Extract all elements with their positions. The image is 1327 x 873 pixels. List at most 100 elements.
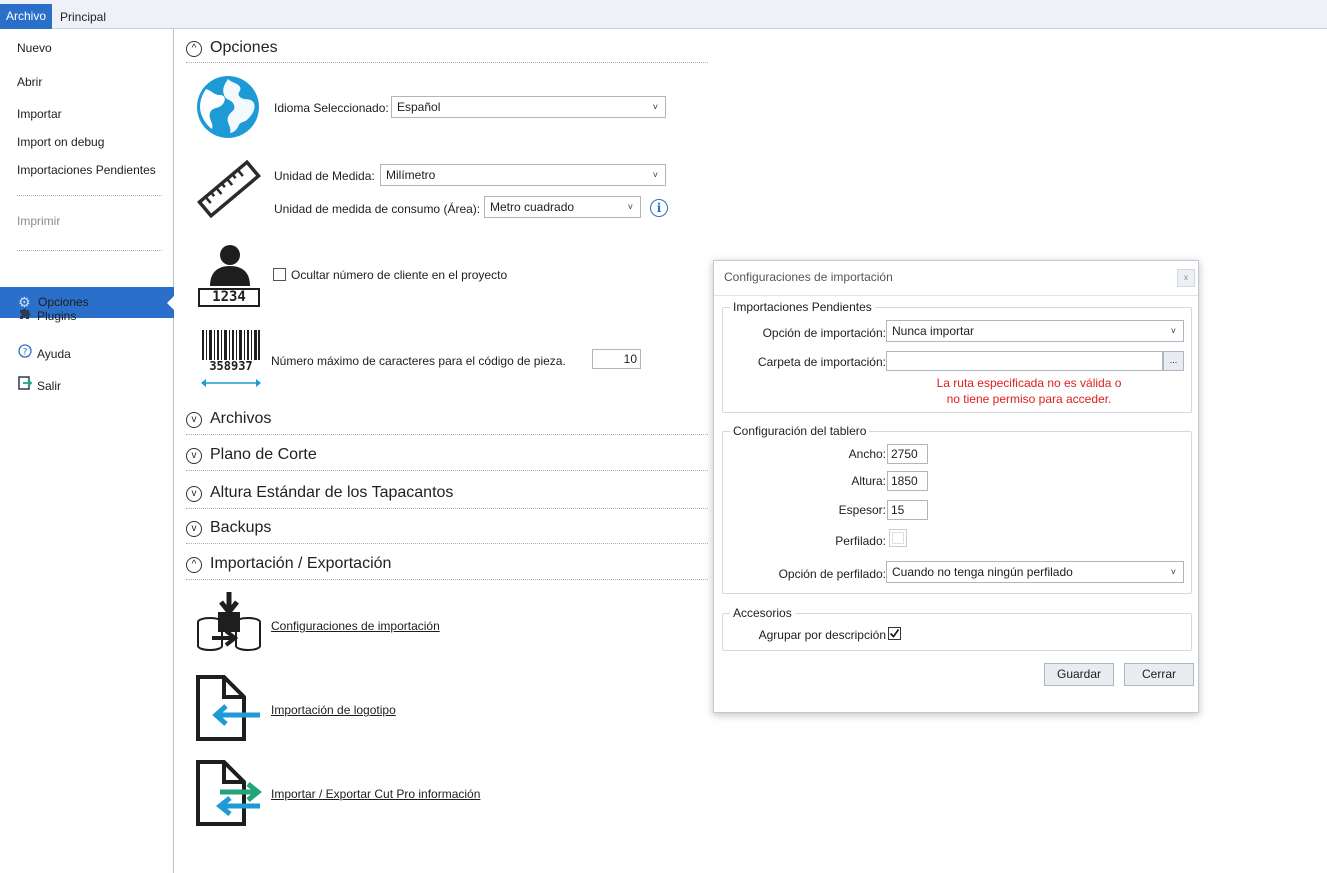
altura-input[interactable]: 1850: [887, 471, 928, 491]
svg-text:?: ?: [23, 348, 28, 358]
opcion-importacion-select[interactable]: Nunca importar ˅: [886, 320, 1184, 342]
section-title: Opciones: [210, 39, 278, 56]
ruler-icon: [197, 159, 261, 219]
idioma-selected-value: Español: [397, 100, 441, 114]
info-icon[interactable]: i: [650, 199, 668, 217]
consumo-select[interactable]: Metro cuadrado ˅: [484, 196, 641, 218]
chevron-down-icon: v: [186, 448, 202, 464]
group-accesorios: Accesorios Agrupar por descripción: [722, 606, 1192, 651]
chevron-down-icon: ˅: [627, 202, 633, 212]
double-arrow-icon: [201, 379, 261, 387]
guardar-button[interactable]: Guardar: [1044, 663, 1114, 686]
import-export-cutpro-link[interactable]: Importar / Exportar Cut Pro información: [271, 787, 480, 801]
carpeta-importacion-label: Carpeta de importación:: [757, 355, 886, 369]
perfilado-swatch-inner: [892, 532, 904, 544]
dialog-title: Configuraciones de importación: [724, 270, 893, 284]
chevron-down-icon: v: [186, 412, 202, 428]
sidebar-item-label: Plugins: [37, 309, 77, 323]
chevron-down-icon: ˅: [652, 170, 658, 180]
barcode-bars: [202, 330, 260, 360]
section-divider: [186, 434, 708, 435]
section-divider: [186, 543, 708, 544]
sidebar-item-import-on-debug[interactable]: Import on debug: [17, 135, 104, 149]
chevron-down-icon: ˅: [1170, 326, 1176, 336]
config-importacion-dialog: Configuraciones de importación x Importa…: [713, 260, 1199, 713]
sidebar-item-nuevo[interactable]: Nuevo: [17, 41, 52, 55]
person-icon: [210, 245, 250, 286]
help-icon: ?: [17, 344, 33, 361]
altura-label: Altura:: [851, 474, 886, 488]
close-icon[interactable]: x: [1177, 269, 1195, 287]
client-id-icon: 1234: [198, 244, 262, 308]
group-importaciones-pendientes: Importaciones Pendientes Opción de impor…: [722, 300, 1192, 413]
section-title: Backups: [210, 519, 272, 536]
sidebar-item-imprimir[interactable]: Imprimir: [17, 214, 60, 228]
sidebar-item-ayuda[interactable]: ? Ayuda: [17, 344, 71, 361]
section-opciones-header[interactable]: ^ Opciones: [186, 39, 278, 61]
check-icon: [889, 629, 900, 638]
perfilado-swatch[interactable]: [889, 529, 907, 547]
cerrar-button[interactable]: Cerrar: [1124, 663, 1194, 686]
idioma-label: Idioma Seleccionado:: [274, 101, 389, 115]
barcode-number: 358937: [209, 359, 253, 373]
exit-icon: [17, 376, 33, 393]
section-divider: [186, 62, 708, 63]
ancho-label: Ancho:: [848, 447, 886, 461]
espesor-input[interactable]: 15: [887, 500, 928, 520]
unidad-selected-value: Milímetro: [386, 168, 436, 182]
section-title: Altura Estándar de los Tapacantos: [210, 484, 454, 501]
section-backups-header[interactable]: v Backups: [186, 519, 271, 541]
unidad-select[interactable]: Milímetro ˅: [380, 164, 666, 186]
import-logotipo-link[interactable]: Importación de logotipo: [271, 703, 396, 717]
consumo-selected-value: Metro cuadrado: [490, 200, 575, 214]
opcion-perfilado-value: Cuando no tenga ningún perfilado: [892, 565, 1073, 579]
section-plano-corte-header[interactable]: v Plano de Corte: [186, 446, 317, 468]
group-configuracion-tablero: Configuración del tablero Ancho: 2750 Al…: [722, 424, 1192, 594]
tab-archivo[interactable]: Archivo: [0, 4, 53, 29]
section-title: Archivos: [210, 410, 272, 427]
consumo-label: Unidad de medida de consumo (Área):: [274, 202, 481, 216]
carpeta-importacion-input[interactable]: [886, 351, 1163, 371]
sidebar-item-abrir[interactable]: Abrir: [17, 75, 42, 89]
ribbon-tab-bar: Archivo Principal: [0, 0, 1327, 29]
sidebar-item-importaciones-pendientes[interactable]: Importaciones Pendientes: [17, 163, 156, 177]
section-divider: [186, 470, 708, 471]
max-caracteres-input[interactable]: 10: [592, 349, 641, 369]
section-altura-tapacantos-header[interactable]: v Altura Estándar de los Tapacantos: [186, 484, 453, 506]
section-divider: [186, 508, 708, 509]
error-message-line2: no tiene permiso para acceder.: [946, 392, 1112, 406]
agrupar-descripcion-checkbox[interactable]: [888, 627, 901, 640]
barcode-icon: 358937: [200, 330, 262, 390]
ancho-input[interactable]: 2750: [887, 444, 928, 464]
chevron-down-icon: v: [186, 521, 202, 537]
selection-notch: [167, 295, 175, 311]
database-import-icon: [197, 592, 261, 652]
idioma-select[interactable]: Español ˅: [391, 96, 666, 118]
sidebar-item-plugins[interactable]: Plugins: [17, 306, 76, 323]
section-import-export-header[interactable]: ^ Importación / Exportación: [186, 555, 391, 577]
dialog-title-divider: [714, 295, 1198, 296]
group-title: Accesorios: [730, 606, 795, 620]
sidebar-item-importar[interactable]: Importar: [17, 107, 62, 121]
section-archivos-header[interactable]: v Archivos: [186, 410, 271, 432]
puzzle-icon: [17, 306, 33, 323]
sidebar-item-salir[interactable]: Salir: [17, 376, 61, 393]
group-title: Importaciones Pendientes: [730, 300, 875, 314]
unidad-label: Unidad de Medida:: [274, 169, 375, 183]
opcion-importacion-value: Nunca importar: [892, 324, 975, 338]
espesor-label: Espesor:: [838, 503, 886, 517]
error-message-line1: La ruta especificada no es válida o: [936, 376, 1122, 390]
chevron-down-icon: v: [186, 486, 202, 502]
browse-folder-button[interactable]: ...: [1163, 351, 1184, 371]
sidebar-separator: [17, 195, 162, 196]
ocultar-cliente-checkbox[interactable]: [273, 268, 286, 281]
tab-principal[interactable]: Principal: [60, 4, 106, 29]
agrupar-descripcion-label: Agrupar por descripción: [758, 628, 886, 642]
chevron-up-icon: ^: [186, 41, 202, 57]
sidebar-item-label: Salir: [37, 379, 62, 393]
opcion-importacion-label: Opción de importación:: [762, 326, 886, 340]
opcion-perfilado-select[interactable]: Cuando no tenga ningún perfilado ˅: [886, 561, 1184, 583]
config-importacion-link[interactable]: Configuraciones de importación: [271, 619, 440, 633]
client-number-box: 1234: [198, 288, 260, 307]
sidebar-item-label: Ayuda: [37, 347, 71, 361]
